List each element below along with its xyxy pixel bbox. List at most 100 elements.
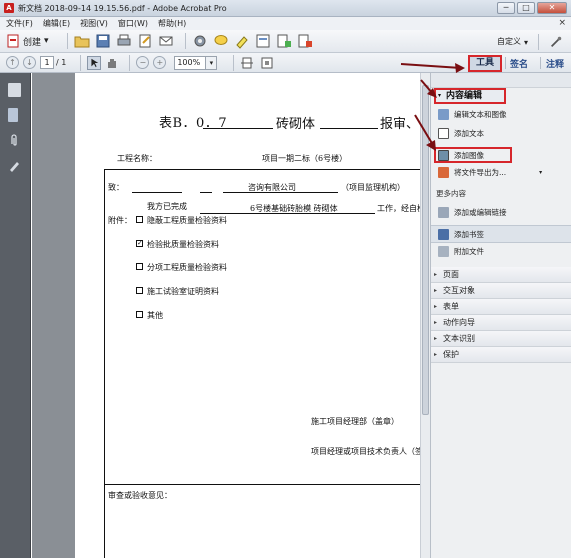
- settings-gear-icon[interactable]: [192, 33, 208, 49]
- edit-document-icon[interactable]: [137, 33, 153, 49]
- to-label: 致：: [108, 183, 124, 192]
- link-icon: [438, 207, 449, 218]
- attachment-checkbox-2[interactable]: ✓: [136, 240, 143, 247]
- attachment-checkbox-4[interactable]: [136, 287, 143, 294]
- previous-page-icon[interactable]: ↑: [6, 56, 19, 69]
- print-icon[interactable]: [116, 33, 132, 49]
- supervisor-label: （项目监理机构）: [341, 183, 405, 192]
- bookmarks-icon[interactable]: [8, 108, 18, 122]
- attachment-item-5: 其他: [147, 311, 163, 320]
- fit-page-icon[interactable]: [240, 56, 254, 70]
- attachment-checkbox-3[interactable]: [136, 263, 143, 270]
- attachment-item-3: 分项工程质量检验资料: [147, 263, 227, 272]
- attach-file-item[interactable]: 附加文件: [438, 244, 484, 259]
- open-folder-icon[interactable]: [74, 33, 90, 49]
- section-ocr-label: 文本识别: [443, 334, 475, 343]
- chevron-down-icon[interactable]: ▾: [524, 38, 528, 47]
- attachment-checkbox-5[interactable]: [136, 311, 143, 318]
- menu-view[interactable]: 视图(V): [80, 18, 108, 29]
- pdf-page[interactable]: 表B．0．7 砖砌体 报审、 工程名称： 项目一期二标（6号楼） 致： 咨询有限…: [75, 73, 425, 558]
- next-page-icon[interactable]: ↓: [23, 56, 36, 69]
- project-name-value: 项目一期二标（6号楼）: [262, 154, 348, 163]
- section-action-label: 动作向导: [443, 318, 475, 327]
- form-table: 致： 咨询有限公司 （项目监理机构） 我方已完成 6号楼基础砖胎模 砖砌体 工作…: [104, 169, 425, 558]
- add-bookmark-item[interactable]: 添加书签: [438, 227, 484, 242]
- menu-edit[interactable]: 编辑(E): [43, 18, 70, 29]
- attachments-label: 附件：: [108, 216, 132, 225]
- close-document-button[interactable]: ×: [558, 18, 566, 28]
- tab-divider: [505, 57, 506, 69]
- page-number-input[interactable]: 1: [40, 56, 54, 69]
- create-button-label: 创建: [23, 37, 42, 48]
- review-opinion-label: 审查或验收意见：: [108, 491, 172, 500]
- add-bookmark-label: 添加书签: [454, 230, 484, 239]
- attachment-checkbox-1[interactable]: [136, 216, 143, 223]
- customize-tools-icon[interactable]: [549, 35, 563, 49]
- toolbar-divider: [538, 34, 539, 50]
- section-forms[interactable]: ▸ 表单: [431, 299, 571, 315]
- comment-bubble-icon[interactable]: [213, 33, 229, 49]
- doc-title-subject: 砖砌体: [276, 117, 316, 132]
- create-pdf-icon: [7, 34, 19, 48]
- form-divider: [105, 484, 421, 485]
- zoom-in-icon[interactable]: +: [153, 56, 167, 69]
- toolbar-divider: [233, 54, 235, 71]
- title-underline: [203, 128, 273, 129]
- form-icon[interactable]: [255, 33, 271, 49]
- attachment-item-1: 隐蔽工程质量检验资料: [147, 216, 227, 225]
- zoom-level-input[interactable]: 100%: [174, 55, 207, 70]
- select-cursor-icon[interactable]: [87, 55, 102, 70]
- page-total: / 1: [56, 58, 67, 67]
- zoom-out-icon[interactable]: −: [136, 56, 150, 69]
- tab-comment[interactable]: 注释: [546, 57, 564, 70]
- left-navigation-pane: [0, 73, 31, 558]
- add-link-item[interactable]: 添加或编辑链接: [438, 205, 507, 220]
- menu-file[interactable]: 文件(F): [6, 18, 33, 29]
- highlight-icon[interactable]: [234, 33, 250, 49]
- chevron-down-icon: ▾: [44, 36, 49, 46]
- toolbar-divider: [129, 54, 131, 71]
- signatures-pen-icon[interactable]: [8, 158, 21, 172]
- customize-tools: ▾: [524, 34, 563, 50]
- chevron-right-icon: ▸: [434, 351, 438, 358]
- create-button[interactable]: 创建 ▾: [6, 34, 49, 48]
- section-text-recognition[interactable]: ▸ 文本识别: [431, 331, 571, 347]
- section-interactive-objects[interactable]: ▸ 交互对象: [431, 283, 571, 299]
- navigation-toolbar: ↑ ↓ 1 / 1 − + 100% ▾ 工具 签名 注释: [0, 53, 571, 73]
- fit-width-icon[interactable]: [260, 56, 274, 70]
- hand-tool-icon[interactable]: [105, 56, 119, 70]
- email-icon[interactable]: [158, 33, 174, 49]
- work-item-underline: [200, 213, 375, 214]
- acrobat-app-icon: A: [4, 3, 14, 13]
- close-window-button[interactable]: ✕: [537, 2, 567, 14]
- attachment-item-2: 检验批质量检验资料: [147, 240, 219, 249]
- attachments-paperclip-icon[interactable]: [8, 133, 21, 147]
- export-icon[interactable]: [276, 33, 292, 49]
- title-underline: [320, 128, 378, 129]
- window-controls: ─ □ ✕: [497, 2, 567, 14]
- chevron-right-icon: ▸: [434, 303, 438, 310]
- sign-icon[interactable]: [297, 33, 313, 49]
- department-signature: 施工项目经理部（盖章）: [311, 417, 399, 426]
- title-bar: A 新文档 2018-09-14 19.15.56.pdf - Adobe Ac…: [0, 0, 571, 17]
- company-underline: [223, 192, 338, 193]
- section-pages[interactable]: ▸ 页面: [431, 267, 571, 283]
- add-link-label: 添加或编辑链接: [454, 208, 507, 217]
- toolbar-divider: [80, 54, 82, 71]
- zoom-dropdown-chevron-icon[interactable]: ▾: [206, 55, 218, 70]
- save-icon[interactable]: [95, 33, 111, 49]
- maximize-button[interactable]: □: [517, 2, 535, 14]
- page-thumbnails-icon[interactable]: [8, 83, 21, 97]
- minimize-button[interactable]: ─: [497, 2, 515, 14]
- completed-label: 我方已完成: [147, 202, 187, 211]
- chevron-right-icon: ▸: [434, 335, 438, 342]
- chevron-down-icon[interactable]: ▾: [539, 165, 542, 180]
- tab-sign[interactable]: 签名: [510, 57, 528, 70]
- menu-window[interactable]: 窗口(W): [118, 18, 148, 29]
- section-action-wizard[interactable]: ▸ 动作向导: [431, 315, 571, 331]
- chevron-right-icon: ▸: [434, 287, 438, 294]
- document-view[interactable]: 表B．0．7 砖砌体 报审、 工程名称： 项目一期二标（6号楼） 致： 咨询有限…: [32, 73, 425, 558]
- customize-dropdown[interactable]: 自定义: [497, 36, 521, 47]
- menu-help[interactable]: 帮助(H): [158, 18, 186, 29]
- section-protection[interactable]: ▸ 保护: [431, 347, 571, 363]
